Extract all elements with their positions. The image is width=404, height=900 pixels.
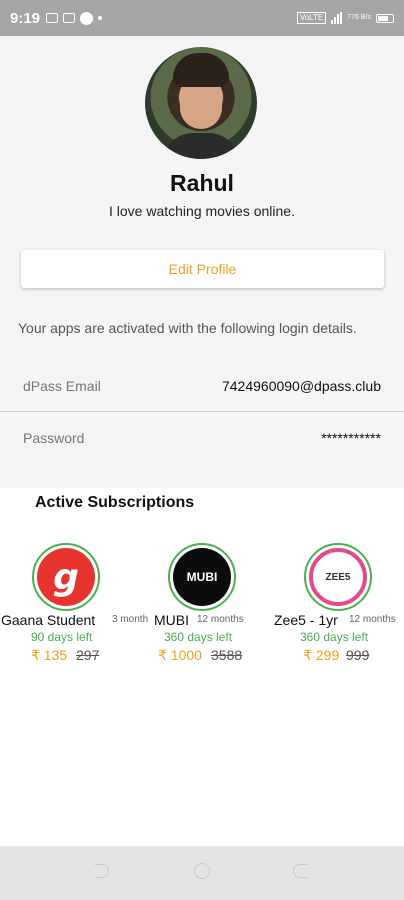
email-label: dPass Email — [23, 378, 101, 394]
notification-icon — [63, 13, 76, 23]
subscription-price-gaana: ₹ 135 — [31, 647, 68, 663]
mubi-logo[interactable]: MUBI — [168, 543, 236, 611]
signal-icon — [331, 12, 343, 24]
subscription-mrp-gaana: 297 — [76, 647, 100, 663]
whatsapp-icon — [80, 11, 94, 25]
subscription-days-gaana: 90 days left — [31, 630, 93, 644]
gallery-icon — [46, 13, 59, 23]
avatar-shirt — [163, 133, 239, 159]
avatar[interactable] — [145, 47, 257, 159]
subscription-price-mubi: ₹ 1000 — [158, 647, 202, 663]
battery-icon — [376, 13, 394, 23]
subscription-mrp-mubi: 3588 — [211, 647, 243, 663]
subscription-price-zee5: ₹ 299 — [303, 647, 340, 663]
subscription-name-gaana: Gaana Student — [1, 612, 96, 628]
profile-bio: I love watching movies online. — [109, 203, 295, 219]
back-icon[interactable] — [95, 864, 109, 878]
subscription-duration-gaana: 3 month — [112, 614, 149, 625]
zee5-logo[interactable]: ZEE5 — [304, 543, 372, 611]
subscription-days-zee5: 360 days left — [300, 630, 369, 644]
subscription-name-zee5: Zee5 - 1yr — [274, 612, 338, 628]
subscription-duration-mubi: 12 months — [197, 614, 244, 625]
gaana-icon: g — [37, 548, 95, 606]
gaana-logo[interactable]: g — [32, 543, 100, 611]
mubi-icon: MUBI — [173, 548, 231, 606]
subscriptions-panel — [0, 488, 404, 846]
email-value: 7424960090@dpass.club — [221, 378, 381, 394]
status-time: 9:19 — [10, 9, 41, 27]
password-label: Password — [23, 430, 85, 446]
network-speed: 776 B/s — [347, 14, 371, 21]
recents-icon[interactable] — [293, 864, 307, 878]
more-notifications-icon — [98, 16, 103, 20]
password-value: *********** — [321, 430, 381, 446]
status-bar: 9:19 VoLTE 776 B/s — [0, 0, 404, 36]
avatar-hair — [173, 53, 229, 87]
volte-badge: VoLTE — [296, 12, 327, 24]
login-info-text: Your apps are activated with the followi… — [18, 320, 357, 336]
status-indicators: VoLTE 776 B/s — [296, 12, 394, 24]
subscription-mrp-zee5: 999 — [346, 647, 370, 663]
edit-profile-button[interactable]: Edit Profile — [21, 250, 384, 288]
zee5-icon: ZEE5 — [309, 548, 367, 606]
subscription-days-mubi: 360 days left — [164, 630, 233, 644]
profile-name: Rahul — [170, 170, 234, 196]
navigation-bar — [0, 846, 404, 900]
subscription-name-mubi: MUBI — [154, 612, 189, 628]
home-icon[interactable] — [194, 863, 210, 879]
divider — [0, 411, 404, 412]
subscription-duration-zee5: 12 months — [349, 614, 396, 625]
subscriptions-title: Active Subscriptions — [35, 494, 195, 511]
